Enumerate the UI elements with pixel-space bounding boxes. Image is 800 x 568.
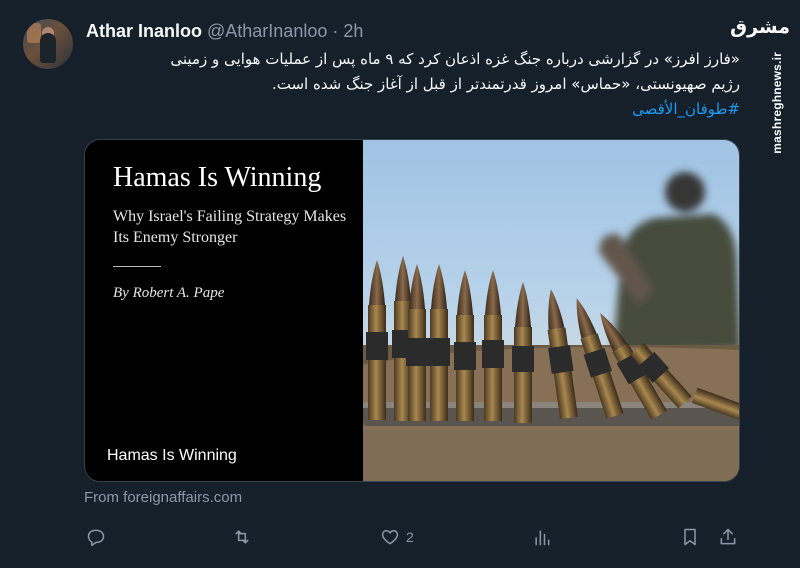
- tweet-text: «فارز افرز» در گزارشی درباره جنگ غزه اذع…: [84, 47, 740, 122]
- tweet-text-line: «فارز افرز» در گزارشی درباره جنگ غزه اذع…: [170, 50, 740, 68]
- bookmark-icon: [684, 528, 696, 546]
- retweet-icon: [235, 530, 249, 544]
- tweet[interactable]: Athar Inanloo @AtharInanloo · 2h مشرق ma…: [0, 0, 800, 568]
- analytics-icon: [535, 530, 550, 546]
- like-button[interactable]: 2: [380, 521, 414, 553]
- reply-button[interactable]: [86, 521, 106, 553]
- tweet-text-line: رژیم صهیونستی، «حماس» امروز قدرتمندتر از…: [271, 75, 740, 93]
- card-author: By Robert A. Pape: [113, 285, 225, 301]
- card-source[interactable]: From foreignaffairs.com: [84, 489, 242, 506]
- share-icon: [720, 528, 736, 545]
- like-count: 2: [406, 529, 414, 545]
- watermark-site: mashreghnews.ir: [770, 52, 784, 154]
- author-handle[interactable]: @AtharInanloo: [207, 21, 327, 42]
- reply-icon: [87, 529, 105, 547]
- card-divider: [113, 266, 161, 267]
- card-caption: Hamas Is Winning: [107, 447, 237, 464]
- link-card[interactable]: Hamas Is Winning Why Israel's Failing St…: [84, 139, 740, 482]
- avatar[interactable]: [23, 19, 73, 69]
- tweet-header: Athar Inanloo @AtharInanloo · 2h: [86, 19, 363, 43]
- ammunition-belt-photo: [363, 172, 739, 481]
- views-button[interactable]: [532, 521, 552, 553]
- card-subtitle: Why Israel's Failing Strategy Makes Its …: [113, 208, 347, 246]
- author-name[interactable]: Athar Inanloo: [86, 21, 202, 42]
- watermark: مشرق mashreghnews.ir: [730, 10, 790, 154]
- card-image: [363, 140, 739, 481]
- watermark-logo: مشرق: [730, 16, 790, 38]
- bookmark-button[interactable]: [680, 521, 700, 553]
- card-title: Hamas Is Winning: [113, 162, 322, 193]
- action-bar: 2: [84, 521, 740, 553]
- tweet-time[interactable]: 2h: [343, 21, 363, 42]
- card-text-panel: Hamas Is Winning Why Israel's Failing St…: [85, 140, 363, 481]
- retweet-button[interactable]: [232, 521, 252, 553]
- separator-dot: ·: [332, 20, 339, 41]
- hashtag-link[interactable]: #طوفان_الأقصى: [84, 97, 740, 122]
- share-button[interactable]: [718, 521, 738, 553]
- heart-icon: [381, 530, 399, 545]
